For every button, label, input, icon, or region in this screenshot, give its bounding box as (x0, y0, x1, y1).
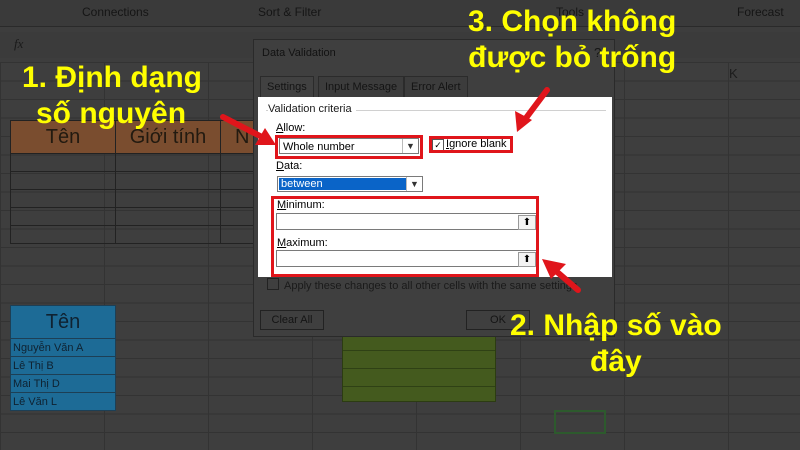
annotation-line: 3. Chọn không (468, 5, 677, 38)
arrow-to-allow-icon (220, 114, 276, 145)
annotation-step-3: 3. Chọn không được bỏ trống (468, 4, 676, 76)
annotation-line: số nguyên (36, 97, 187, 130)
arrow-to-min-max-icon (542, 259, 581, 293)
annotation-line: 2. Nhập số vào (510, 309, 722, 342)
annotation-line: 1. Định dạng (22, 61, 202, 94)
annotation-step-1: 1. Định dạng số nguyên (22, 60, 202, 132)
arrow-to-ignore-blank-icon (515, 87, 550, 132)
annotation-line: được bỏ trống (468, 41, 677, 74)
annotation-line: đây (590, 345, 642, 378)
annotation-step-2: 2. Nhập số vào đây (510, 308, 722, 380)
